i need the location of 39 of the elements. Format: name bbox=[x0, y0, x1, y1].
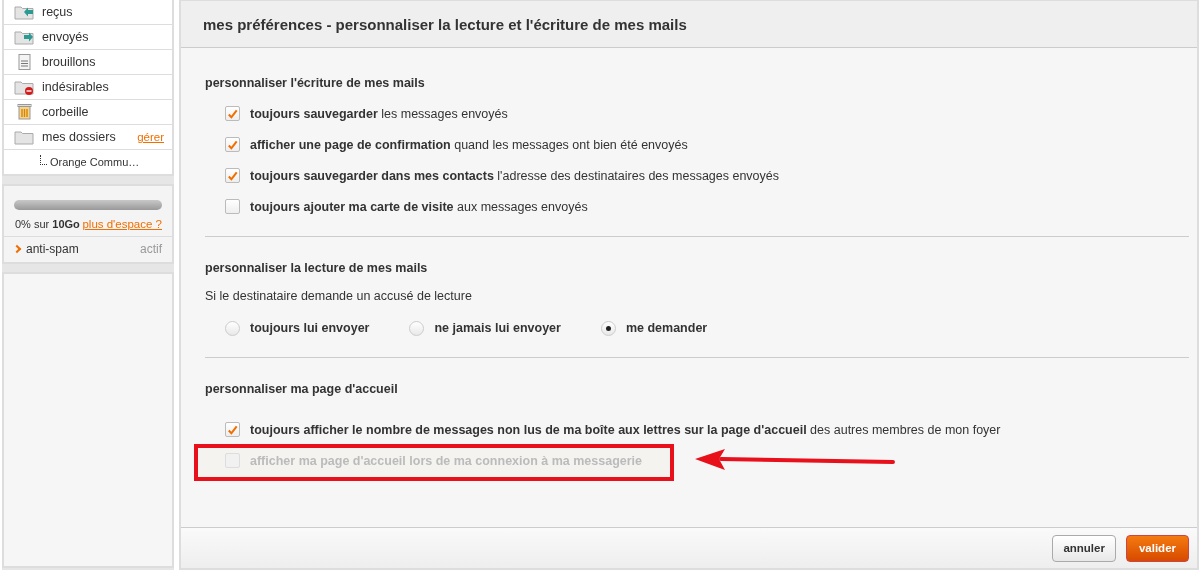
radio-button[interactable] bbox=[600, 320, 616, 336]
folder-link[interactable]: brouillons bbox=[42, 55, 164, 69]
option-label: afficher une page de confirmation quand les messages ont bien été envoyés bbox=[250, 137, 688, 152]
option-label: toujours sauvegarder dans mes contacts l'adresse des destinataires des messages envoyés bbox=[250, 168, 780, 183]
folder-icon bbox=[14, 129, 34, 145]
page-title: mes préférences - personnaliser la lecture et l'écriture de mes mails bbox=[203, 15, 687, 33]
trash-icon bbox=[14, 104, 34, 120]
radio-button[interactable] bbox=[225, 320, 240, 336]
folder-icon bbox=[14, 29, 34, 45]
prompt-text: Si le destinataire demande un accusé de lecture bbox=[205, 289, 473, 303]
folder-link[interactable]: indésirables bbox=[42, 80, 164, 94]
folder-link[interactable]: envoyés bbox=[42, 30, 164, 44]
folder-link[interactable]: mes dossiers bbox=[42, 130, 130, 144]
cancel-button[interactable]: annuler bbox=[1052, 534, 1116, 562]
checkbox[interactable] bbox=[225, 422, 240, 437]
checkbox[interactable] bbox=[225, 199, 240, 214]
option-label: afficher ma page d'accueil lors de ma connexion à ma messagerie bbox=[250, 453, 643, 468]
anti-spam-link[interactable]: anti-spam bbox=[26, 242, 134, 256]
option-label: toujours ajouter ma carte de visite aux messages envoyés bbox=[250, 199, 588, 214]
checkbox[interactable] bbox=[225, 168, 240, 183]
tree-line-icon bbox=[40, 155, 47, 165]
radio-label: toujours lui envoyer bbox=[250, 321, 370, 335]
section-heading: personnaliser la lecture de mes mails bbox=[205, 261, 429, 275]
checkbox[interactable] bbox=[225, 106, 240, 121]
radio-label: ne jamais lui envoyer bbox=[434, 321, 561, 335]
folder-icon bbox=[14, 4, 34, 20]
radio-button[interactable] bbox=[409, 320, 425, 336]
radio-label: me demander bbox=[625, 321, 708, 335]
storage-usage: 0% sur 10Go bbox=[15, 218, 80, 230]
section-heading: personnaliser l'écriture de mes mails bbox=[205, 76, 426, 90]
folder-link[interactable]: reçus bbox=[42, 5, 164, 19]
checkbox[interactable] bbox=[225, 137, 240, 152]
section-heading: personnaliser ma page d'accueil bbox=[205, 382, 399, 396]
folder-link[interactable]: corbeille bbox=[42, 105, 164, 119]
anti-spam-status: actif bbox=[140, 242, 162, 256]
option-label: toujours afficher le nombre de messages non lus de ma boîte aux lettres sur la page d'accueil des autres membres de mon foyer bbox=[250, 422, 1001, 437]
option-label: toujours sauvegarder les messages envoyés bbox=[250, 106, 508, 121]
subfolder-link[interactable]: Orange Commu… bbox=[50, 156, 140, 168]
folder-icon bbox=[14, 79, 34, 95]
